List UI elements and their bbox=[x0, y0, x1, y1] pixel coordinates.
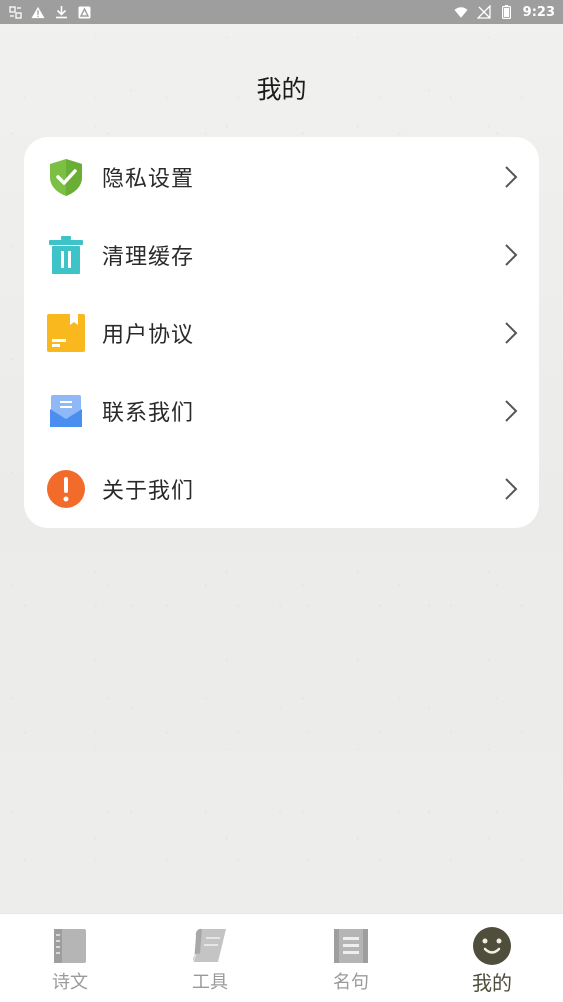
menu-item-user-agreement[interactable]: 用户协议 bbox=[24, 293, 539, 371]
menu-item-about-us[interactable]: 关于我们 bbox=[24, 449, 539, 527]
scroll-icon bbox=[190, 926, 230, 966]
menu-item-contact-us[interactable]: 联系我们 bbox=[24, 371, 539, 449]
nav-label: 诗文 bbox=[52, 972, 88, 993]
nav-label: 名句 bbox=[333, 972, 369, 993]
no-sim-icon bbox=[476, 5, 491, 19]
info-alert-icon bbox=[46, 469, 86, 509]
menu-item-label: 用户协议 bbox=[102, 323, 195, 348]
quote-card-icon bbox=[331, 926, 371, 966]
chevron-right-icon bbox=[503, 398, 519, 424]
nav-tab-mine[interactable]: 我的 bbox=[422, 914, 562, 1002]
book-icon bbox=[50, 926, 90, 966]
settings-menu-card: 隐私设置 清理缓存 用户协议 联系我们 关于我们 bbox=[24, 137, 539, 528]
warning-icon bbox=[31, 5, 45, 19]
menu-item-label: 关于我们 bbox=[102, 479, 195, 504]
status-right: 9:23 bbox=[454, 5, 555, 20]
nav-label: 我的 bbox=[472, 971, 512, 995]
status-left bbox=[8, 5, 91, 19]
menu-item-label: 联系我们 bbox=[102, 401, 195, 426]
menu-item-label: 隐私设置 bbox=[102, 167, 195, 192]
status-bar: 9:23 bbox=[0, 0, 563, 24]
chevron-right-icon bbox=[503, 242, 519, 268]
notification-icon bbox=[8, 5, 22, 19]
menu-item-privacy-settings[interactable]: 隐私设置 bbox=[24, 137, 539, 215]
page-title: 我的 bbox=[256, 75, 307, 104]
trash-icon bbox=[46, 235, 86, 275]
smiley-face-icon bbox=[472, 926, 512, 966]
nav-tab-quotes[interactable]: 名句 bbox=[281, 914, 421, 1002]
battery-icon bbox=[500, 5, 514, 19]
wifi-icon bbox=[454, 5, 468, 19]
chevron-right-icon bbox=[503, 164, 519, 190]
chevron-right-icon bbox=[503, 320, 519, 346]
bottom-nav: 诗文 工具 名句 我的 bbox=[0, 913, 563, 1002]
chevron-right-icon bbox=[503, 476, 519, 502]
download-icon bbox=[54, 5, 68, 19]
shield-check-icon bbox=[46, 157, 86, 197]
nav-tab-poems[interactable]: 诗文 bbox=[0, 914, 140, 1002]
nav-tab-tools[interactable]: 工具 bbox=[140, 914, 280, 1002]
app-notice-icon bbox=[77, 5, 91, 19]
mail-icon bbox=[46, 391, 86, 431]
menu-item-clear-cache[interactable]: 清理缓存 bbox=[24, 215, 539, 293]
document-icon bbox=[46, 313, 86, 353]
status-time: 9:23 bbox=[522, 4, 555, 20]
nav-label: 工具 bbox=[192, 972, 228, 993]
menu-item-label: 清理缓存 bbox=[102, 245, 195, 270]
